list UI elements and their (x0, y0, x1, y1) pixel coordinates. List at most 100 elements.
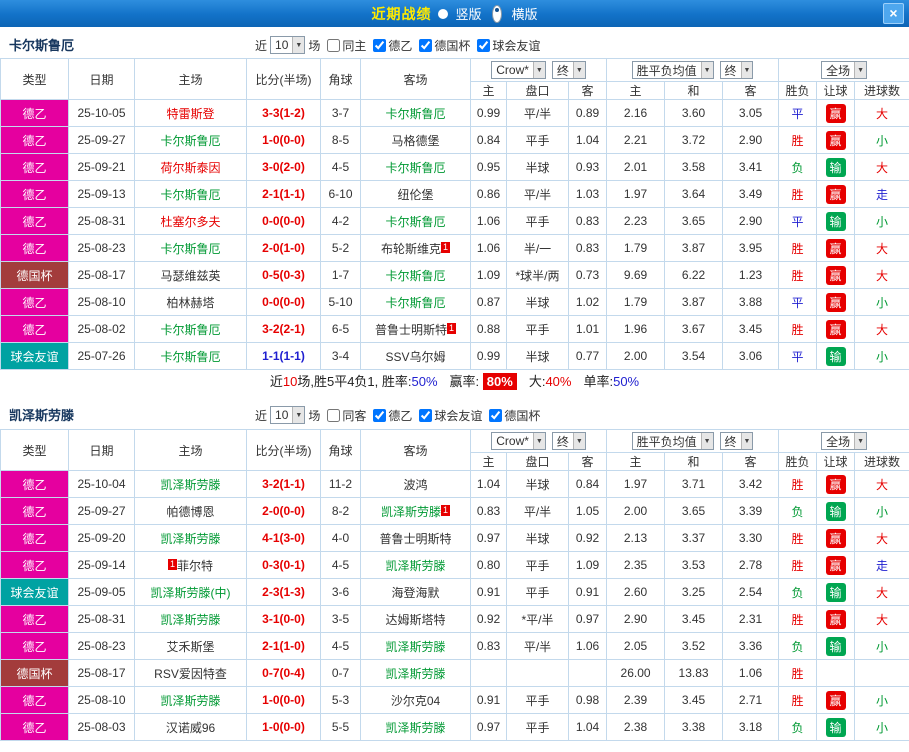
odds-time-select[interactable]: 终 ▼ (551, 61, 586, 79)
league-option-2[interactable]: 球会友谊 (412, 407, 482, 424)
home-team-link[interactable]: 凯泽斯劳滕 (160, 532, 220, 546)
score-cell[interactable]: 2-0(0-0) (246, 497, 321, 525)
home-team-link[interactable]: RSV爱因特查 (154, 667, 227, 681)
away-team-link[interactable]: 凯泽斯劳滕 (385, 640, 445, 654)
recent-count-select[interactable]: 10 ▼ (270, 406, 306, 424)
col-winlose: 胜负 (778, 452, 818, 471)
away-team-link[interactable]: 纽伦堡 (397, 188, 433, 202)
away-team-link[interactable]: 普鲁士明斯特 (379, 532, 451, 546)
score-cell[interactable]: 2-1(1-0) (246, 632, 321, 660)
score-cell[interactable]: 3-2(2-1) (246, 315, 321, 343)
league1-checkbox[interactable] (373, 38, 387, 52)
away-team-link[interactable]: 布轮斯维克 (381, 242, 441, 256)
score-cell[interactable]: 0-3(0-1) (246, 551, 321, 579)
league1-checkbox[interactable] (373, 408, 387, 422)
away-team-link[interactable]: 凯泽斯劳滕 (385, 559, 445, 573)
home-team-link[interactable]: 卡尔斯鲁厄 (160, 242, 220, 256)
close-button[interactable]: × (883, 3, 904, 24)
radio-horizontal-label[interactable]: 横版 (512, 4, 538, 23)
score-cell[interactable]: 3-1(0-0) (246, 605, 321, 633)
bookmaker-select[interactable]: Crow* ▼ (491, 61, 546, 79)
radio-vertical-label[interactable]: 竖版 (455, 4, 481, 23)
score-cell[interactable]: 3-3(1-2) (246, 99, 321, 127)
same-venue-checkbox[interactable] (327, 38, 341, 52)
away-team-link[interactable]: 卡尔斯鲁厄 (385, 296, 445, 310)
avg-home-cell: 2.00 (606, 497, 666, 525)
home-team-link[interactable]: 卡尔斯鲁厄 (160, 323, 220, 337)
scope-select[interactable]: 全场 ▼ (821, 61, 868, 79)
avg-select[interactable]: 胜平负均值 ▼ (631, 432, 714, 450)
scope-select[interactable]: 全场 ▼ (821, 432, 868, 450)
home-team-link[interactable]: 凯泽斯劳滕 (160, 694, 220, 708)
home-team-link[interactable]: 凯泽斯劳滕(中) (151, 586, 231, 600)
away-team-link[interactable]: 波鸿 (403, 478, 427, 492)
home-team-link[interactable]: 特雷斯登 (166, 107, 214, 121)
home-team-link[interactable]: 凯泽斯劳滕 (160, 613, 220, 627)
away-team-link[interactable]: 普鲁士明斯特 (375, 323, 447, 337)
home-team-link[interactable]: 杜塞尔多夫 (160, 215, 220, 229)
score-cell[interactable]: 1-0(0-0) (246, 713, 321, 741)
league-option-2[interactable]: 德国杯 (412, 37, 470, 54)
corners-cell: 4-0 (320, 524, 361, 552)
score-cell[interactable]: 2-0(1-0) (246, 234, 321, 262)
away-team-link[interactable]: 海登海默 (391, 586, 439, 600)
home-team-link[interactable]: 卡尔斯鲁厄 (160, 134, 220, 148)
home-team-link[interactable]: 荷尔斯泰因 (160, 161, 220, 175)
home-team-link[interactable]: 汉诺威96 (166, 721, 215, 735)
avg-away-cell: 3.95 (722, 234, 780, 262)
away-team-link[interactable]: 凯泽斯劳滕 (385, 721, 445, 735)
recent-count-select[interactable]: 10 ▼ (270, 36, 306, 54)
league2-checkbox[interactable] (419, 408, 433, 422)
col-away: 客场 (360, 429, 471, 471)
league-option-3[interactable]: 德国杯 (482, 407, 540, 424)
away-team-link[interactable]: 卡尔斯鲁厄 (385, 269, 445, 283)
home-team-link[interactable]: 帕德博恩 (166, 505, 214, 519)
league-option-1[interactable]: 德乙 (366, 37, 412, 54)
league-option-3[interactable]: 球会友谊 (470, 37, 540, 54)
away-team-link[interactable]: 达姆斯塔特 (385, 613, 445, 627)
score-cell[interactable]: 0-7(0-4) (246, 659, 321, 687)
league2-checkbox[interactable] (419, 38, 433, 52)
score-cell[interactable]: 2-3(1-3) (246, 578, 321, 606)
odds-away-cell: 0.97 (567, 605, 608, 633)
home-team-link[interactable]: 菲尔特 (177, 559, 213, 573)
radio-vertical-icon[interactable] (438, 8, 449, 19)
odds-time-select[interactable]: 终 ▼ (551, 432, 586, 450)
score-cell[interactable]: 2-1(1-1) (246, 180, 321, 208)
avg-time-select[interactable]: 终 ▼ (719, 432, 754, 450)
home-team-link[interactable]: 柏林赫塔 (166, 296, 214, 310)
away-team-link[interactable]: 凯泽斯劳滕 (385, 667, 445, 681)
same-venue-option[interactable]: 同主 (320, 37, 366, 54)
home-team-link[interactable]: 艾禾斯堡 (166, 640, 214, 654)
score-cell[interactable]: 1-0(0-0) (246, 126, 321, 154)
same-venue-option[interactable]: 同客 (320, 407, 366, 424)
away-team-link[interactable]: 卡尔斯鲁厄 (385, 161, 445, 175)
league-option-1[interactable]: 德乙 (366, 407, 412, 424)
score-cell[interactable]: 0-0(0-0) (246, 288, 321, 316)
away-team-link[interactable]: 马格德堡 (391, 134, 439, 148)
bookmaker-select[interactable]: Crow* ▼ (491, 432, 546, 450)
score-cell[interactable]: 3-0(2-0) (246, 153, 321, 181)
league3-checkbox[interactable] (477, 38, 491, 52)
handicap-result-cell: 赢 (816, 126, 856, 154)
home-team-link[interactable]: 卡尔斯鲁厄 (160, 350, 220, 364)
score-cell[interactable]: 0-0(0-0) (246, 207, 321, 235)
away-team-link[interactable]: 凯泽斯劳滕 (381, 505, 441, 519)
away-team-link[interactable]: 卡尔斯鲁厄 (385, 215, 445, 229)
home-team-link[interactable]: 马瑟维兹英 (160, 269, 220, 283)
same-venue-checkbox[interactable] (327, 408, 341, 422)
score-cell[interactable]: 1-0(0-0) (246, 686, 321, 714)
away-team-link[interactable]: 沙尔克04 (391, 694, 440, 708)
score-cell[interactable]: 1-1(1-1) (246, 342, 321, 370)
score-cell[interactable]: 3-2(1-1) (246, 470, 321, 498)
avg-select[interactable]: 胜平负均值 ▼ (631, 61, 714, 79)
away-team-link[interactable]: 卡尔斯鲁厄 (385, 107, 445, 121)
away-team-link[interactable]: SSV乌尔姆 (385, 350, 445, 364)
avg-time-select[interactable]: 终 ▼ (719, 61, 754, 79)
league3-checkbox[interactable] (489, 408, 503, 422)
home-team-link[interactable]: 卡尔斯鲁厄 (160, 188, 220, 202)
score-cell[interactable]: 4-1(3-0) (246, 524, 321, 552)
score-cell[interactable]: 0-5(0-3) (246, 261, 321, 289)
radio-horizontal-icon[interactable] (491, 4, 502, 23)
home-team-link[interactable]: 凯泽斯劳滕 (160, 478, 220, 492)
